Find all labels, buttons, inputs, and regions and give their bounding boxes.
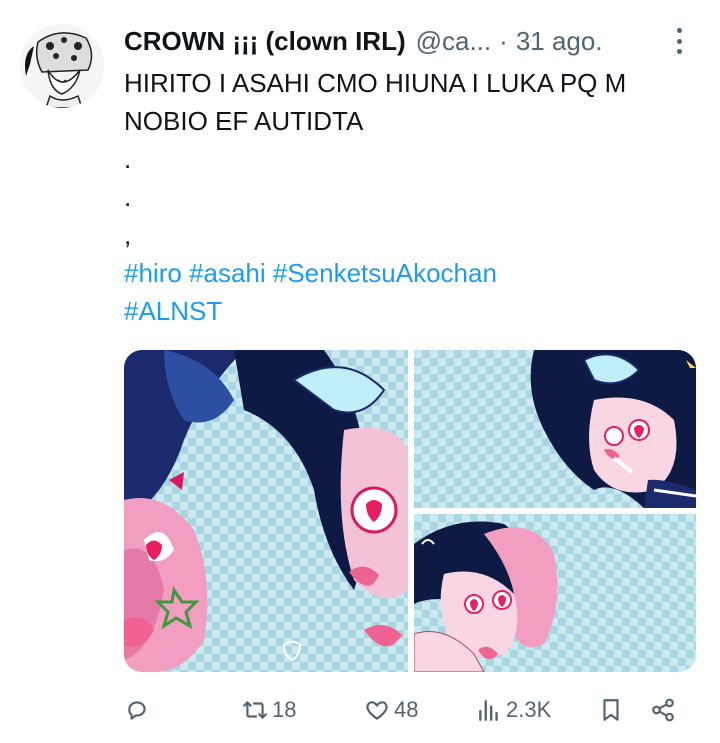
views-count: 2.3K: [506, 697, 552, 722]
retweet-count: 18: [272, 697, 297, 722]
heart-icon: [366, 701, 388, 720]
bookmark-button[interactable]: [598, 690, 624, 730]
retweet-icon: [243, 701, 267, 719]
tweet-text-line: HIRITO I ASAHI CMO HIUNA I LUKA PQ M: [124, 68, 627, 98]
reply-icon: [128, 701, 146, 720]
tweet-text-line: NOBIO EF AUTIDTA: [124, 106, 364, 136]
reply-button[interactable]: [124, 690, 150, 730]
artwork-2: [530, 350, 696, 508]
avatar-drawing: [20, 24, 104, 108]
share-icon: [652, 698, 674, 722]
author-handle[interactable]: @ca...: [416, 26, 492, 57]
hashtag-links[interactable]: #hiro #asahi #SenketsuAkochan: [124, 254, 704, 292]
artwork-1: [124, 350, 408, 672]
author-avatar[interactable]: [20, 24, 104, 108]
header-separator: ·: [499, 25, 508, 56]
tweet-actions-bar: 18 48 2.3K: [124, 690, 696, 730]
tweet-date[interactable]: 31 ago.: [516, 26, 603, 57]
views-icon: [479, 700, 498, 721]
tweet-header: CROWN ¡¡¡ (clown IRL) @ca... · 31 ago.: [124, 24, 700, 58]
share-button[interactable]: [650, 690, 676, 730]
media-image-3[interactable]: [414, 514, 696, 672]
like-count: 48: [394, 697, 419, 722]
more-options-icon[interactable]: [674, 28, 684, 54]
artwork-3: [414, 521, 558, 672]
retweet-button[interactable]: 18: [242, 690, 296, 730]
author-display-name[interactable]: CROWN ¡¡¡ (clown IRL): [124, 26, 406, 57]
media-grid: [124, 350, 696, 672]
hashtag-link-alnst[interactable]: #ALNST: [124, 292, 704, 330]
media-image-2[interactable]: [414, 350, 696, 508]
like-button[interactable]: 48: [364, 690, 418, 730]
tweet-text-line: .: [124, 144, 132, 174]
tweet-text-line: ,: [124, 220, 132, 250]
tweet-text-line: .: [124, 182, 132, 212]
views-button[interactable]: 2.3K: [476, 690, 551, 730]
media-image-1[interactable]: [124, 350, 408, 672]
bookmark-icon: [603, 699, 619, 721]
tweet-text: HIRITO I ASAHI CMO HIUNA I LUKA PQ M NOB…: [124, 64, 704, 330]
